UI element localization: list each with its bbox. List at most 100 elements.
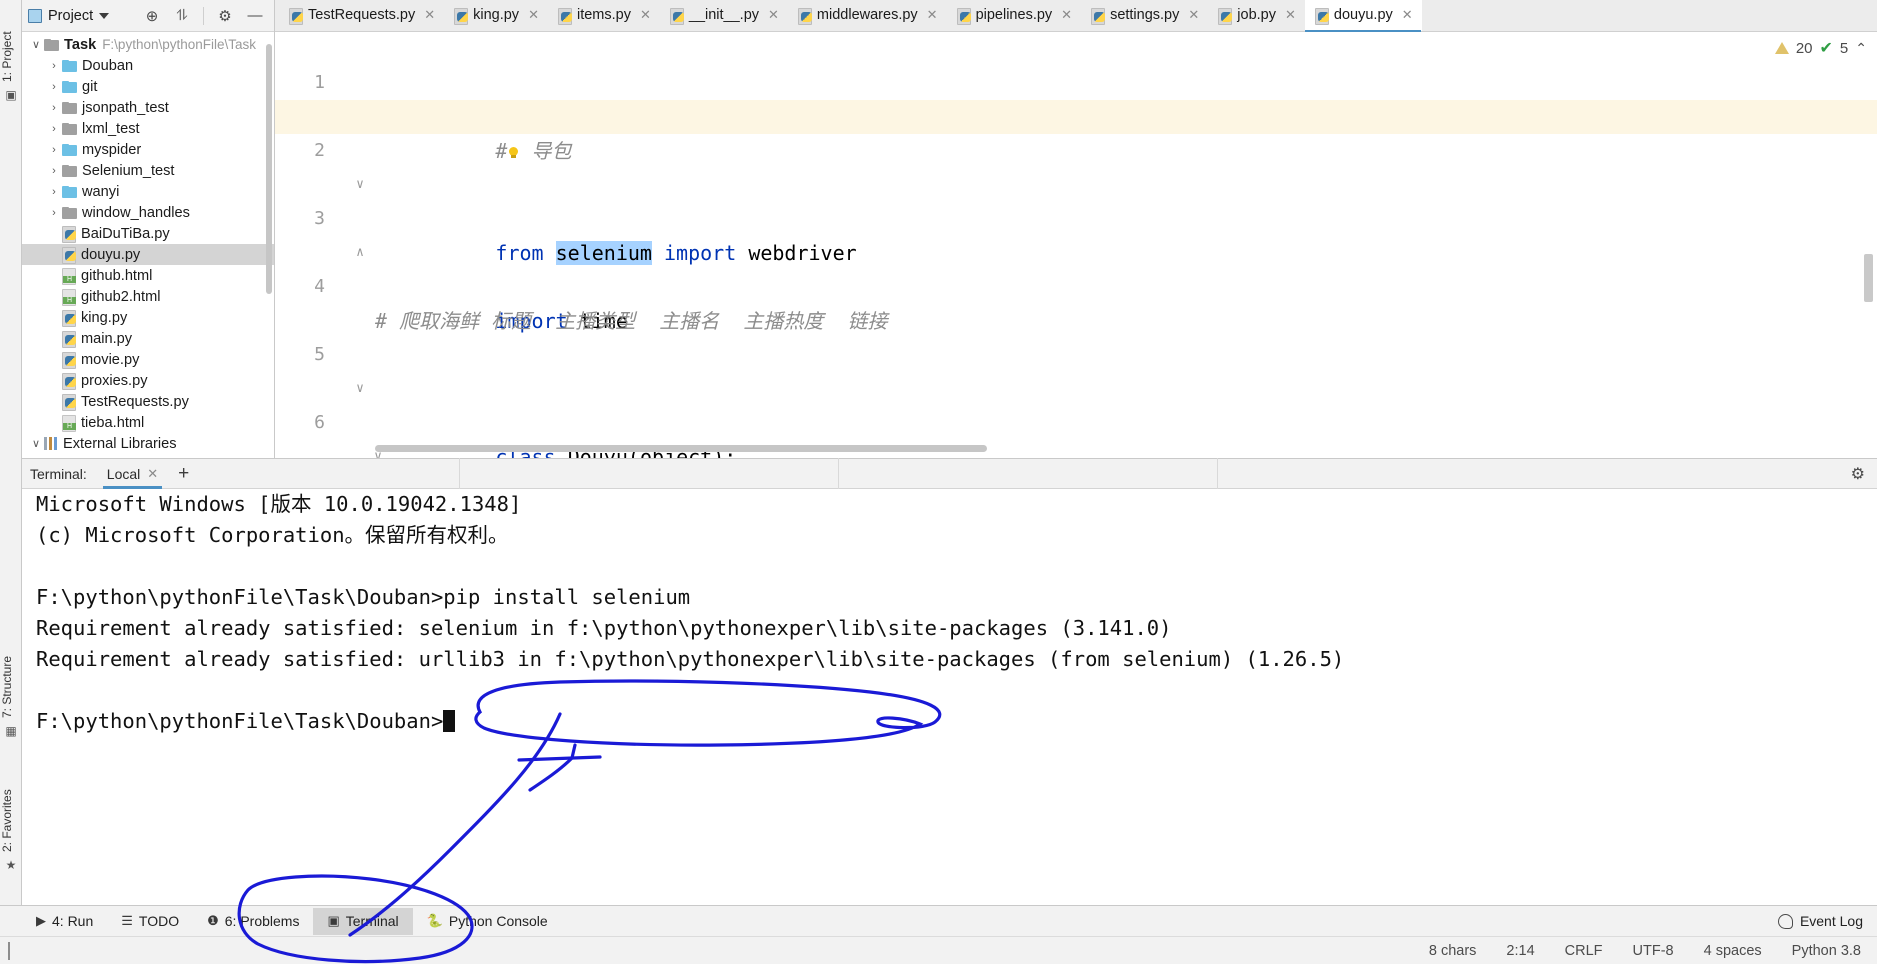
line-number: 5	[314, 344, 325, 365]
tree-item-main-py[interactable]: main.py	[22, 328, 274, 349]
tree-item-movie-py[interactable]: movie.py	[22, 349, 274, 370]
statusbar-chars: 8 chars	[1428, 942, 1477, 959]
close-icon[interactable]: ✕	[1285, 7, 1296, 23]
editor-tab-settings-py[interactable]: settings.py ✕	[1081, 0, 1208, 31]
expand-chevron-icon[interactable]: ›	[46, 207, 62, 219]
code-line-6: 6 ∨ def __init__(self):	[275, 372, 1877, 458]
close-icon[interactable]: ✕	[1402, 7, 1413, 23]
tree-item-label: window_handles	[82, 204, 190, 221]
statusbar-line-separator[interactable]: CRLF	[1565, 943, 1603, 959]
tree-item-selenium-test[interactable]: › Selenium_test	[22, 160, 274, 181]
hide-minus-icon[interactable]: —	[246, 7, 264, 25]
expand-chevron-icon[interactable]: ›	[46, 60, 62, 72]
inspection-widget[interactable]: 20 ✔ 5 ⌃	[1774, 38, 1867, 58]
event-log-label[interactable]: Event Log	[1800, 913, 1863, 929]
warning-triangle-icon	[1774, 42, 1789, 54]
toolwindow-button-6-problems[interactable]: ❶ 6: Problems	[193, 908, 313, 935]
code-editor[interactable]: 1 # 导包 2 ∨ from selenium import webdrive…	[275, 32, 1877, 458]
sidebar-item-structure[interactable]: 7: Structure	[0, 620, 22, 718]
close-icon[interactable]: ✕	[1188, 7, 1199, 23]
code-lines[interactable]: 1 # 导包 2 ∨ from selenium import webdrive…	[275, 32, 1877, 458]
expand-chevron-icon[interactable]: ›	[46, 165, 62, 177]
tree-item-lxml-test[interactable]: › lxml_test	[22, 118, 274, 139]
editor-tab-king-py[interactable]: king.py ✕	[444, 0, 548, 31]
chevron-up-icon[interactable]: ⌃	[1855, 40, 1867, 57]
statusbar-interpreter[interactable]: Python 3.8	[1792, 943, 1861, 959]
collapse-all-icon[interactable]: ⥮	[173, 7, 191, 25]
terminal-icon: ▣	[327, 913, 340, 928]
close-icon[interactable]: ✕	[424, 7, 435, 23]
tree-item-douban[interactable]: › Douban	[22, 55, 274, 76]
tree-item-myspider[interactable]: › myspider	[22, 139, 274, 160]
tree-item-label: github2.html	[81, 288, 161, 305]
tree-item-jsonpath-test[interactable]: › jsonpath_test	[22, 97, 274, 118]
terminal-tab-local[interactable]: Local ✕	[102, 458, 163, 489]
expand-chevron-icon[interactable]: ∨	[28, 38, 44, 51]
editor-tab-pipelines-py[interactable]: pipelines.py ✕	[947, 0, 1081, 31]
tree-item-github2-html[interactable]: github2.html	[22, 286, 274, 307]
left-tool-strip: 1: Project ▣ 7: Structure ▦ 2: Favorites…	[0, 0, 22, 934]
toolwindow-button-python-console[interactable]: 🐍 Python Console	[413, 908, 562, 935]
expand-chevron-icon[interactable]: ›	[46, 102, 62, 114]
intention-bulb-icon[interactable]	[507, 146, 519, 160]
python-file-icon	[62, 373, 76, 390]
editor-tab-job-py[interactable]: job.py ✕	[1208, 0, 1305, 31]
gear-icon[interactable]: ⚙	[1851, 464, 1865, 484]
toolwindow-button-terminal[interactable]: ▣ Terminal	[313, 907, 413, 935]
python-file-icon	[956, 7, 971, 25]
close-icon[interactable]: ✕	[147, 466, 158, 482]
tree-item-baidutiba-py[interactable]: BaiDuTiBa.py	[22, 223, 274, 244]
toolwindow-button-label: TODO	[138, 913, 180, 929]
editor-tab-middlewares-py[interactable]: middlewares.py ✕	[788, 0, 947, 31]
tree-item-task[interactable]: ∨ Task F:\python\pythonFile\Task	[22, 34, 274, 55]
statusbar-indent[interactable]: 4 spaces	[1704, 943, 1762, 959]
toolwindow-button-4-run[interactable]: ▶ 4: Run	[22, 908, 107, 935]
editor-tab-douyu-py[interactable]: douyu.py ✕	[1304, 0, 1422, 32]
play-icon: ▶	[36, 913, 46, 928]
tree-item-git[interactable]: › git	[22, 76, 274, 97]
chevron-down-icon[interactable]	[99, 12, 110, 19]
project-tree-scrollbar[interactable]	[266, 44, 272, 294]
tree-item-proxies-py[interactable]: proxies.py	[22, 370, 274, 391]
editor-tab-testrequests-py[interactable]: TestRequests.py ✕	[279, 0, 444, 31]
editor-tab-items-py[interactable]: items.py ✕	[548, 0, 660, 31]
close-icon[interactable]: ✕	[768, 7, 779, 23]
expand-chevron-icon[interactable]: ∨	[28, 437, 44, 450]
sidebar-item-project[interactable]: 1: Project	[0, 4, 22, 82]
line-number: 1	[314, 72, 325, 93]
bottom-toolwindow-bar[interactable]: ▶ 4: Run ☰ TODO ❶ 6: Problems ▣ Terminal 🐍 Python…	[0, 905, 1877, 936]
expand-chevron-icon[interactable]: ›	[46, 144, 62, 156]
tree-item-external-libraries[interactable]: ∨ External Libraries	[22, 433, 274, 454]
tree-item-label: douyu.py	[81, 246, 141, 263]
tree-item-window-handles[interactable]: › window_handles	[22, 202, 274, 223]
statusbar-encoding[interactable]: UTF-8	[1633, 943, 1674, 959]
editor-vertical-scrollbar[interactable]	[1864, 254, 1873, 302]
settings-gear-icon[interactable]: ⚙	[216, 7, 234, 25]
plus-icon[interactable]: +	[178, 463, 189, 485]
toolwindow-button-label: 4: Run	[52, 913, 94, 929]
expand-chevron-icon[interactable]: ›	[46, 186, 62, 198]
editor-tab--init-py[interactable]: __init__.py ✕	[660, 0, 788, 31]
tree-item-king-py[interactable]: king.py	[22, 307, 274, 328]
close-icon[interactable]: ✕	[927, 7, 938, 23]
terminal-prompt-row[interactable]: F:\python\pythonFile\Task\Douban>	[22, 706, 1877, 737]
sidebar-item-favorites[interactable]: 2: Favorites	[0, 752, 22, 852]
expand-chevron-icon[interactable]: ›	[46, 123, 62, 135]
terminal-output[interactable]: Microsoft Windows [版本 10.0.19042.1348] (c…	[22, 489, 1877, 905]
python-file-icon	[62, 247, 76, 264]
expand-chevron-icon[interactable]: ›	[46, 81, 62, 93]
toolwindow-button-todo[interactable]: ☰ TODO	[107, 908, 193, 935]
locate-target-icon[interactable]: ⊕	[143, 7, 161, 25]
statusbar-caret-position[interactable]: 2:14	[1506, 943, 1534, 959]
tree-item-testrequests-py[interactable]: TestRequests.py	[22, 391, 274, 412]
project-tree[interactable]: ∨ Task F:\python\pythonFile\Task › Douban › gi…	[22, 32, 274, 456]
editor-horizontal-scrollbar[interactable]	[375, 445, 987, 452]
tree-item-wanyi[interactable]: › wanyi	[22, 181, 274, 202]
tree-item-github-html[interactable]: github.html	[22, 265, 274, 286]
close-icon[interactable]: ✕	[1061, 7, 1072, 23]
editor-tabbar[interactable]: TestRequests.py ✕ king.py ✕ items.py ✕ __init_…	[275, 0, 1877, 32]
tree-item-douyu-py[interactable]: douyu.py	[22, 244, 274, 265]
close-icon[interactable]: ✕	[640, 7, 651, 23]
close-icon[interactable]: ✕	[528, 7, 539, 23]
tree-item-tieba-html[interactable]: tieba.html	[22, 412, 274, 433]
